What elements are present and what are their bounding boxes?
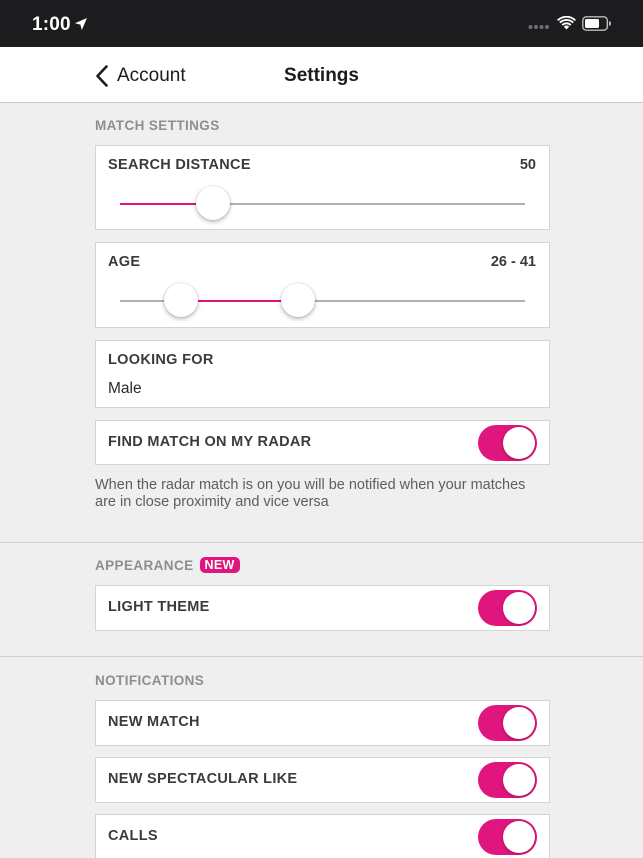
search-distance-label: SEARCH DISTANCE <box>108 157 251 173</box>
looking-for-card[interactable]: LOOKING FOR Male <box>95 340 550 408</box>
new-match-toggle[interactable] <box>478 705 537 741</box>
match-settings-header: MATCH SETTINGS <box>95 118 220 133</box>
light-theme-toggle-knob <box>503 592 535 624</box>
match-settings-header-label: MATCH SETTINGS <box>95 118 220 133</box>
back-button[interactable]: Account <box>94 64 186 88</box>
light-theme-toggle[interactable] <box>478 590 537 626</box>
new-spectacular-like-label: NEW SPECTACULAR LIKE <box>108 771 298 787</box>
age-card: AGE 26 - 41 <box>95 242 550 328</box>
search-distance-slider-thumb[interactable] <box>196 186 231 220</box>
age-max-slider-thumb[interactable] <box>281 283 316 317</box>
battery-icon <box>582 16 611 31</box>
calls-toggle-knob <box>503 821 535 853</box>
search-distance-value: 50 <box>519 157 536 173</box>
calls-toggle[interactable] <box>478 819 537 855</box>
appearance-header: APPEARANCE NEW <box>95 557 240 573</box>
new-match-toggle-knob <box>503 707 535 739</box>
age-value: 26 - 41 <box>490 254 536 270</box>
status-bar: 1:00 <box>0 0 643 47</box>
light-theme-card: LIGHT THEME <box>95 585 550 631</box>
radar-description: When the radar match is on you will be n… <box>95 477 526 510</box>
wifi-icon <box>557 16 576 30</box>
new-spectacular-like-toggle-knob <box>503 764 535 796</box>
chevron-left-icon <box>96 65 108 87</box>
calls-card: CALLS <box>95 814 550 858</box>
search-distance-slider[interactable] <box>120 186 525 220</box>
age-range-slider[interactable] <box>120 283 525 317</box>
calls-label: CALLS <box>108 828 158 844</box>
radar-card: FIND MATCH ON MY RADAR <box>95 420 550 465</box>
section-divider <box>0 656 643 657</box>
looking-for-label: LOOKING FOR <box>108 352 214 368</box>
radar-toggle[interactable] <box>478 425 537 461</box>
age-min-slider-thumb[interactable] <box>163 283 198 317</box>
cellular-signal-icon <box>528 25 549 29</box>
location-arrow-icon <box>75 18 87 30</box>
radar-toggle-knob <box>503 427 535 459</box>
age-label: AGE <box>108 254 141 270</box>
navigation-bar: Settings Account <box>0 47 643 103</box>
radar-label: FIND MATCH ON MY RADAR <box>108 434 312 450</box>
new-badge: NEW <box>199 557 240 573</box>
notifications-header: NOTIFICATIONS <box>95 673 204 688</box>
back-button-label: Account <box>117 65 186 86</box>
new-spectacular-like-card: NEW SPECTACULAR LIKE <box>95 757 550 803</box>
new-match-label: NEW MATCH <box>108 714 200 730</box>
search-distance-card: SEARCH DISTANCE 50 <box>95 145 550 230</box>
notifications-header-label: NOTIFICATIONS <box>95 673 205 688</box>
looking-for-value: Male <box>108 380 142 397</box>
light-theme-label: LIGHT THEME <box>108 599 210 615</box>
appearance-header-label: APPEARANCE <box>95 557 194 573</box>
status-time: 1:00 <box>32 14 71 35</box>
section-divider <box>0 542 643 543</box>
new-match-card: NEW MATCH <box>95 700 550 746</box>
new-spectacular-like-toggle[interactable] <box>478 762 537 798</box>
